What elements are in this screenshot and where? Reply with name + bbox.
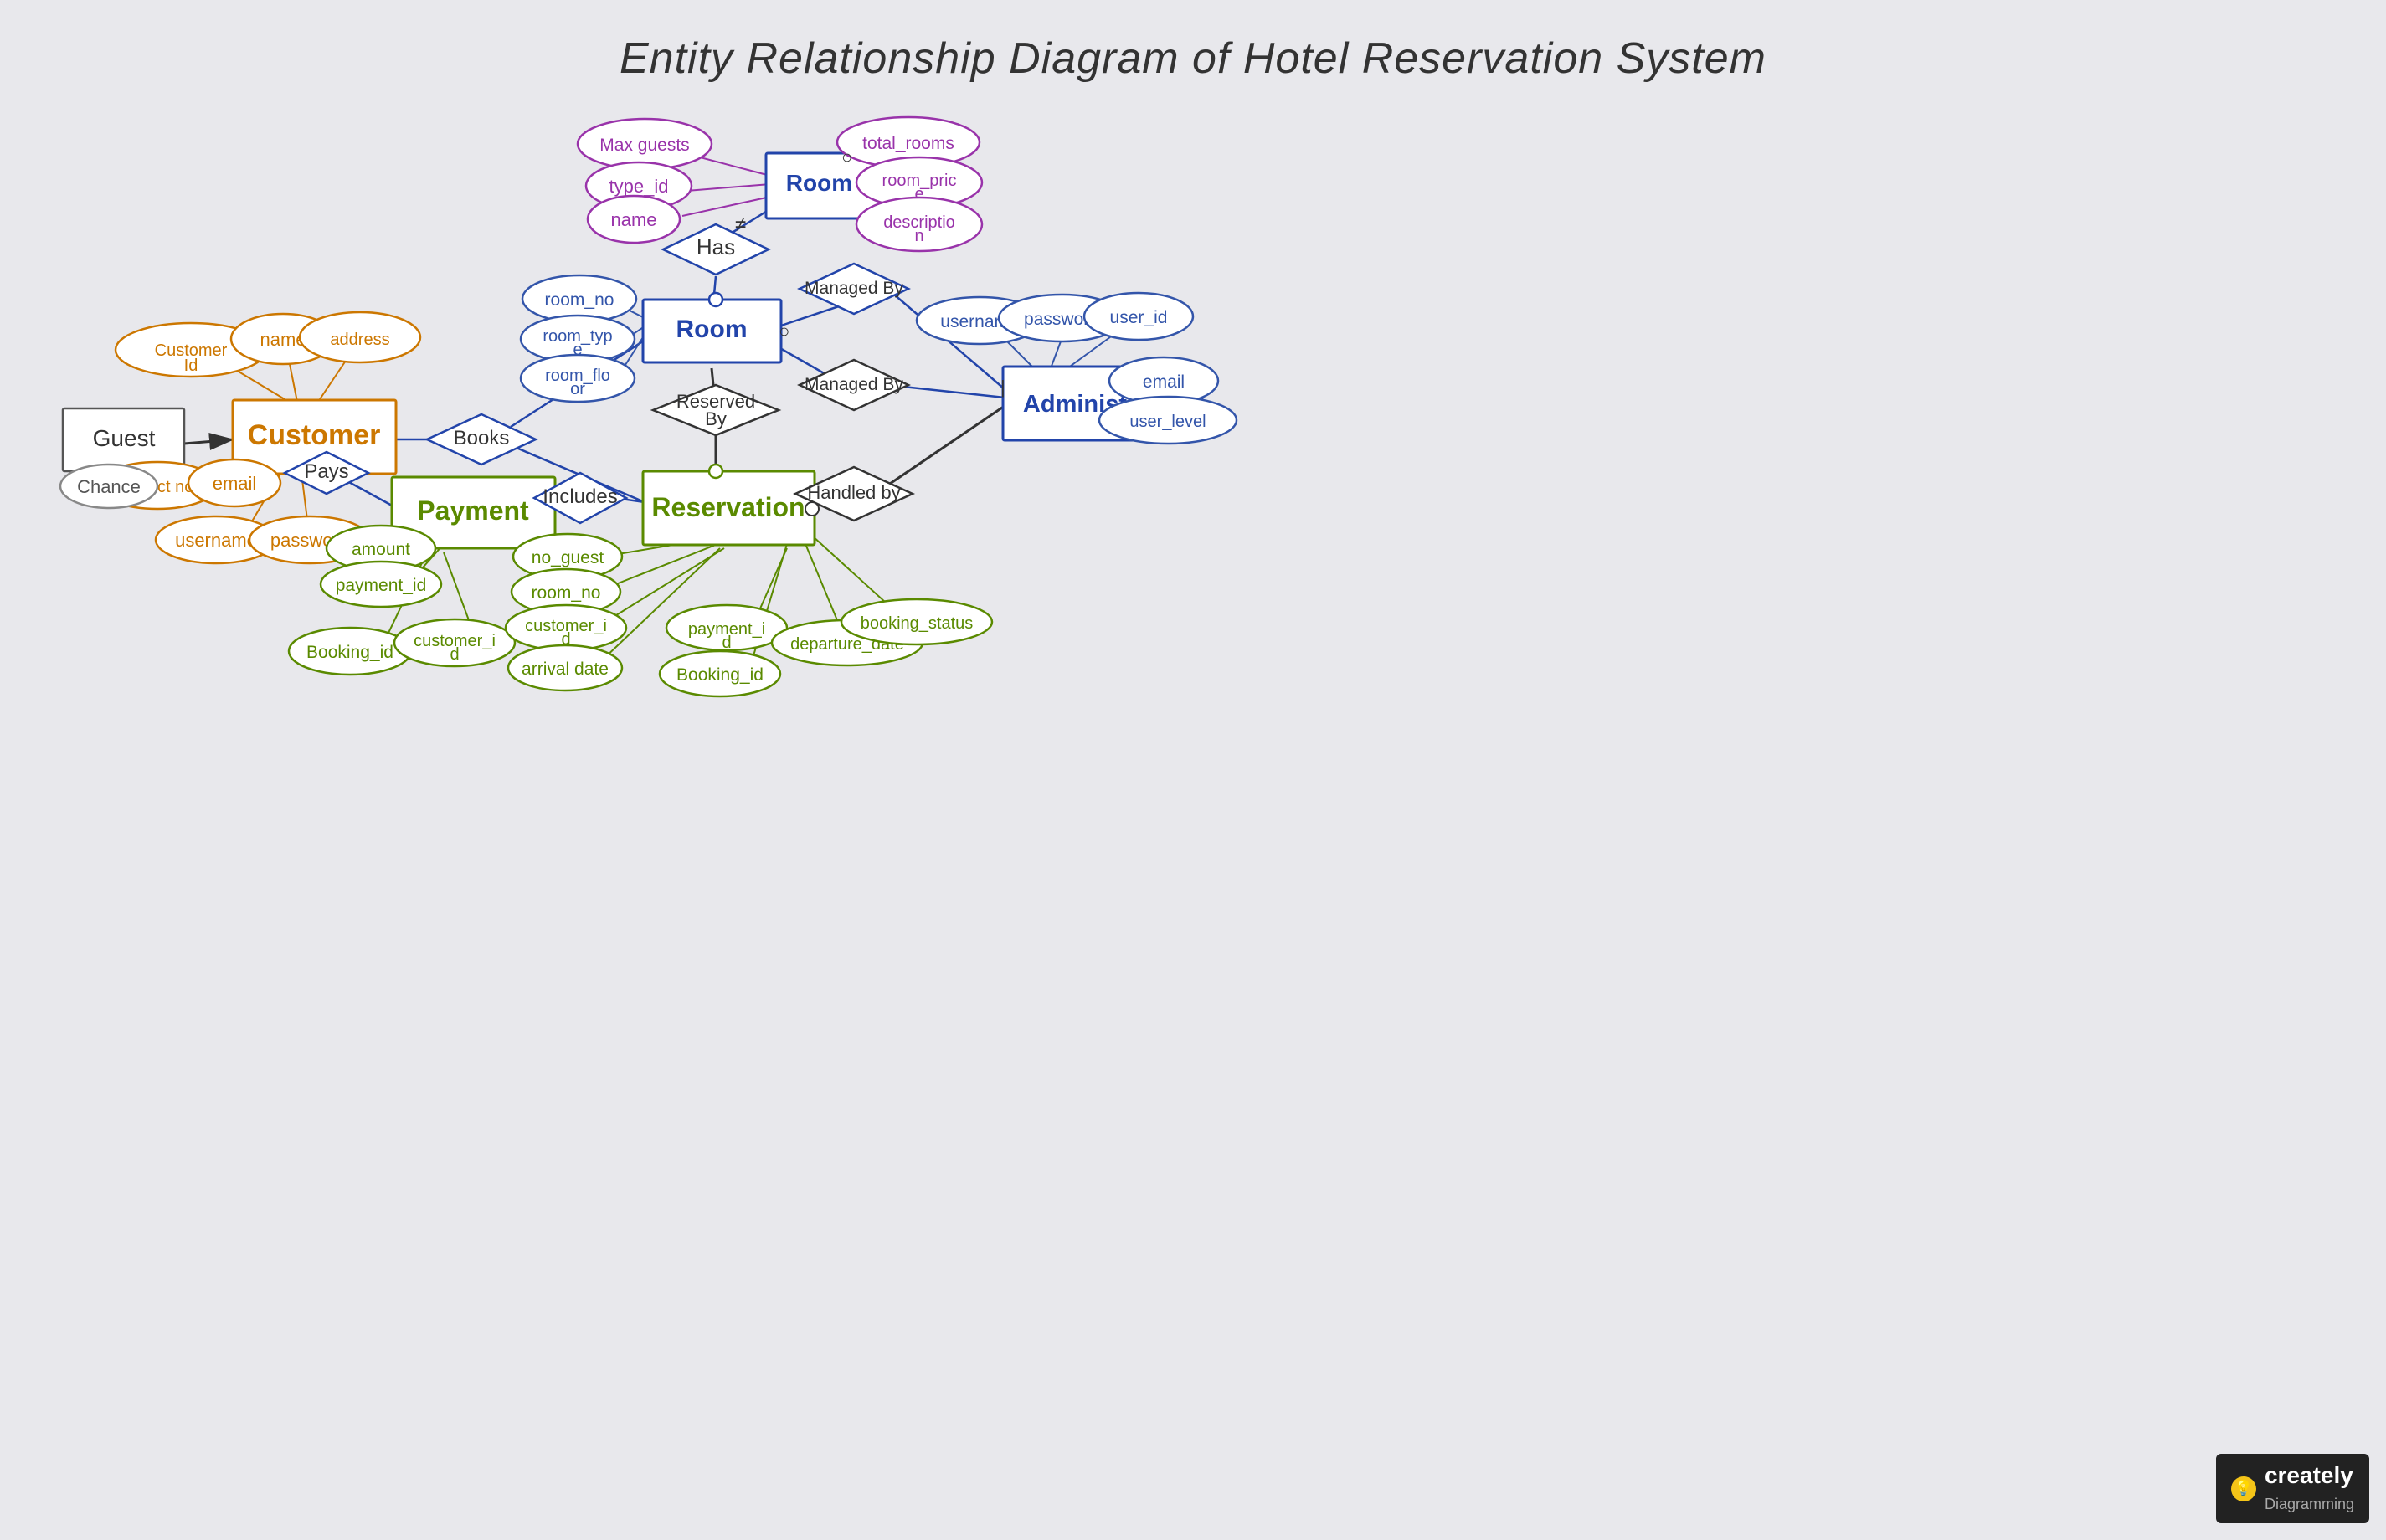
svg-text:Booking_id: Booking_id [306,643,393,662]
svg-text:○: ○ [841,146,852,167]
svg-text:Handled by: Handled by [807,482,900,503]
svg-text:Managed By: Managed By [805,375,903,394]
bulb-icon: 💡 [2231,1476,2256,1502]
svg-text:Has: Has [697,234,735,259]
svg-text:○: ○ [779,321,789,341]
svg-text:or: or [570,380,585,398]
svg-text:Max guests: Max guests [599,136,689,155]
svg-text:|: | [1000,377,1005,398]
svg-text:booking_status: booking_status [861,614,974,633]
svg-text:Customer: Customer [248,419,381,451]
svg-text:Reservation: Reservation [651,492,805,522]
svg-text:Room: Room [676,316,748,343]
svg-text:user_id: user_id [1110,308,1168,327]
svg-text:Booking_id: Booking_id [676,665,764,685]
svg-text:d: d [722,634,731,652]
svg-text:Chance: Chance [77,476,141,497]
svg-text:Books: Books [454,427,510,449]
svg-text:amount: amount [352,540,410,559]
creately-badge: 💡 creately Diagramming [2216,1454,2369,1523]
svg-text:Payment: Payment [417,495,529,526]
svg-text:email: email [1143,372,1185,392]
svg-text:Includes: Includes [543,485,617,508]
diagram-svg: Guest Customer Payment Reservation Room … [0,0,2386,1540]
svg-text:email: email [213,473,257,494]
svg-text:username: username [175,530,257,551]
svg-text:total_rooms: total_rooms [862,134,954,153]
svg-text:Id: Id [184,357,198,375]
svg-text:n: n [914,227,923,245]
svg-text:user_level: user_level [1129,413,1206,431]
svg-text:name: name [610,209,656,230]
svg-text:arrival date: arrival date [522,660,609,679]
svg-text:Managed By: Managed By [805,279,903,298]
svg-text:address: address [330,331,389,349]
creately-label: creately Diagramming [2265,1462,2354,1515]
svg-text:By: By [705,408,727,429]
svg-text:≠: ≠ [735,213,746,236]
svg-text:Guest: Guest [93,425,156,451]
svg-text:Pays: Pays [304,460,348,483]
svg-text:d: d [450,645,459,664]
svg-text:payment_id: payment_id [336,576,427,595]
svg-text:type_id: type_id [609,176,669,197]
svg-text:room_no: room_no [532,583,601,603]
svg-text:room_no: room_no [545,290,614,310]
svg-text:no_guest: no_guest [532,548,604,567]
